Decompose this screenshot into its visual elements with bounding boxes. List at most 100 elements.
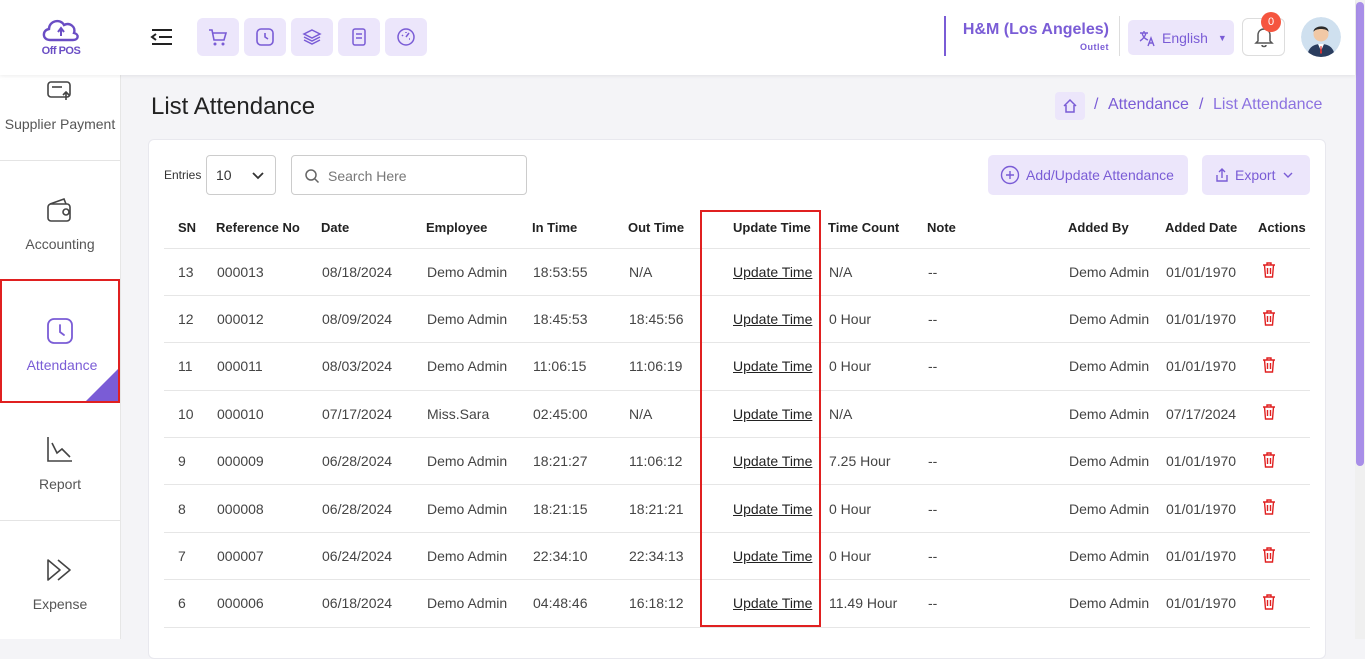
sidebar-item-report[interactable]: Report	[0, 403, 120, 523]
update-time-link[interactable]: Update Time	[733, 595, 812, 611]
receipt-icon	[352, 28, 366, 46]
search-box[interactable]	[291, 155, 527, 195]
trash-icon[interactable]	[1262, 546, 1276, 566]
cell-in: 18:21:27	[522, 437, 618, 486]
cell-added-date: 01/01/1970	[1155, 484, 1248, 533]
sidebar-item-label: Report	[38, 476, 82, 492]
cell-out: N/A	[618, 390, 712, 439]
export-button[interactable]: Export	[1202, 155, 1310, 195]
avatar[interactable]	[1301, 17, 1341, 57]
cell-note: --	[917, 342, 1058, 391]
active-indicator	[86, 369, 118, 401]
cell-note: --	[917, 532, 1058, 581]
cell-added-by: Demo Admin	[1058, 532, 1155, 581]
cell-added-by: Demo Admin	[1058, 295, 1155, 344]
cell-count: N/A	[818, 390, 917, 439]
clock-icon	[47, 318, 73, 344]
entries-select[interactable]: 10	[206, 155, 276, 195]
sidebar-item-label: Expense	[32, 596, 88, 612]
cell-update-time: Update Time	[712, 579, 818, 628]
search-input[interactable]	[328, 165, 518, 187]
column-header[interactable]: Time Count	[818, 208, 917, 249]
update-time-link[interactable]: Update Time	[733, 358, 812, 374]
breadcrumb-current: List Attendance	[1213, 96, 1323, 113]
wallet-icon	[47, 197, 71, 222]
cell-in: 02:45:00	[522, 390, 618, 439]
cell-out: 16:18:12	[618, 579, 712, 628]
cell-employee: Demo Admin	[416, 437, 522, 486]
cell-count: 7.25 Hour	[818, 437, 917, 486]
cell-update-time: Update Time	[712, 390, 818, 439]
trash-icon[interactable]	[1262, 357, 1276, 376]
cell-ref: 000009	[206, 437, 311, 486]
update-time-link[interactable]: Update Time	[733, 311, 812, 327]
dashboard-quick-button[interactable]	[385, 18, 427, 56]
update-time-link[interactable]: Update Time	[733, 264, 812, 280]
column-header[interactable]: Out Time	[618, 208, 712, 249]
cell-out: 11:06:12	[618, 437, 712, 486]
column-header[interactable]: SN	[164, 208, 206, 249]
cell-count: 11.49 Hour	[818, 579, 917, 628]
trash-icon[interactable]	[1262, 499, 1276, 518]
attendance-quick-button[interactable]	[244, 18, 286, 56]
add-update-attendance-button[interactable]: Add/Update Attendance	[988, 155, 1188, 195]
column-header[interactable]: Added By	[1058, 208, 1155, 249]
trash-icon[interactable]	[1262, 309, 1276, 329]
cell-added-date: 07/17/2024	[1155, 390, 1248, 439]
column-header: Actions	[1248, 208, 1310, 249]
update-time-link[interactable]: Update Time	[733, 548, 812, 564]
cell-in: 18:21:15	[522, 484, 618, 533]
outlet-name[interactable]: H&M (Los Angeles)	[948, 21, 1109, 39]
stock-quick-button[interactable]	[291, 18, 333, 56]
table-row: 11 000011 08/03/2024 Demo Admin 11:06:15 11:0…	[164, 342, 1310, 391]
column-header[interactable]: In Time	[522, 208, 618, 249]
cell-update-time: Update Time	[712, 342, 818, 391]
cell-count: 0 Hour	[818, 484, 917, 533]
column-header[interactable]: Reference No	[206, 208, 311, 249]
outlet-type: Outlet	[1080, 42, 1109, 52]
trash-icon[interactable]	[1262, 594, 1276, 613]
column-header[interactable]: Update Time	[712, 208, 818, 249]
cell-date: 06/24/2024	[311, 532, 416, 581]
table-row: 8 000008 06/28/2024 Demo Admin 18:21:15 18:21…	[164, 484, 1310, 533]
table-row: 9 000009 06/28/2024 Demo Admin 18:21:27 11:06…	[164, 437, 1310, 486]
update-time-link[interactable]: Update Time	[733, 501, 812, 517]
breadcrumb-home[interactable]	[1055, 92, 1085, 120]
sidebar-item-expense[interactable]: Expense	[0, 520, 120, 640]
update-time-link[interactable]: Update Time	[733, 406, 812, 422]
breadcrumb-attendance[interactable]: Attendance	[1108, 96, 1189, 114]
export-icon	[1216, 168, 1228, 182]
trash-icon[interactable]	[1262, 262, 1276, 281]
trash-icon[interactable]	[1262, 452, 1276, 471]
pos-cart-button[interactable]	[197, 18, 239, 56]
cell-out: 18:45:56	[618, 295, 712, 344]
table-row: 7 000007 06/24/2024 Demo Admin 22:34:10 22:34…	[164, 532, 1310, 581]
column-header[interactable]: Employee	[416, 208, 522, 249]
outlet-divider	[944, 16, 946, 56]
sidebar-item-accounting[interactable]: Accounting	[0, 160, 120, 280]
column-header[interactable]: Added Date	[1155, 208, 1248, 249]
chevron-down-icon: ▼	[1217, 32, 1227, 43]
dashboard-icon	[397, 28, 415, 46]
cell-note: --	[917, 248, 1058, 296]
language-label: English	[1162, 29, 1208, 46]
cart-icon	[209, 29, 228, 46]
invoice-quick-button[interactable]	[338, 18, 380, 56]
cell-employee: Demo Admin	[416, 579, 522, 628]
cell-sn: 6	[164, 579, 206, 628]
column-header[interactable]: Date	[311, 208, 416, 249]
logo-text: Off POS	[41, 45, 81, 57]
sidebar-item-attendance[interactable]: Attendance	[0, 279, 120, 403]
update-time-link[interactable]: Update Time	[733, 453, 812, 469]
chevron-down-icon	[252, 172, 264, 180]
menu-toggle-icon[interactable]	[150, 26, 174, 48]
scrollbar-thumb[interactable]	[1356, 2, 1364, 466]
language-select[interactable]: English ▼	[1128, 20, 1234, 55]
cell-sn: 8	[164, 484, 206, 533]
column-header[interactable]: Note	[917, 208, 1058, 249]
clock-icon	[256, 28, 274, 46]
app-logo[interactable]: Off POS	[38, 14, 84, 60]
trash-icon[interactable]	[1262, 404, 1276, 423]
plus-circle-icon	[1000, 165, 1020, 185]
cell-ref: 000010	[206, 390, 311, 439]
